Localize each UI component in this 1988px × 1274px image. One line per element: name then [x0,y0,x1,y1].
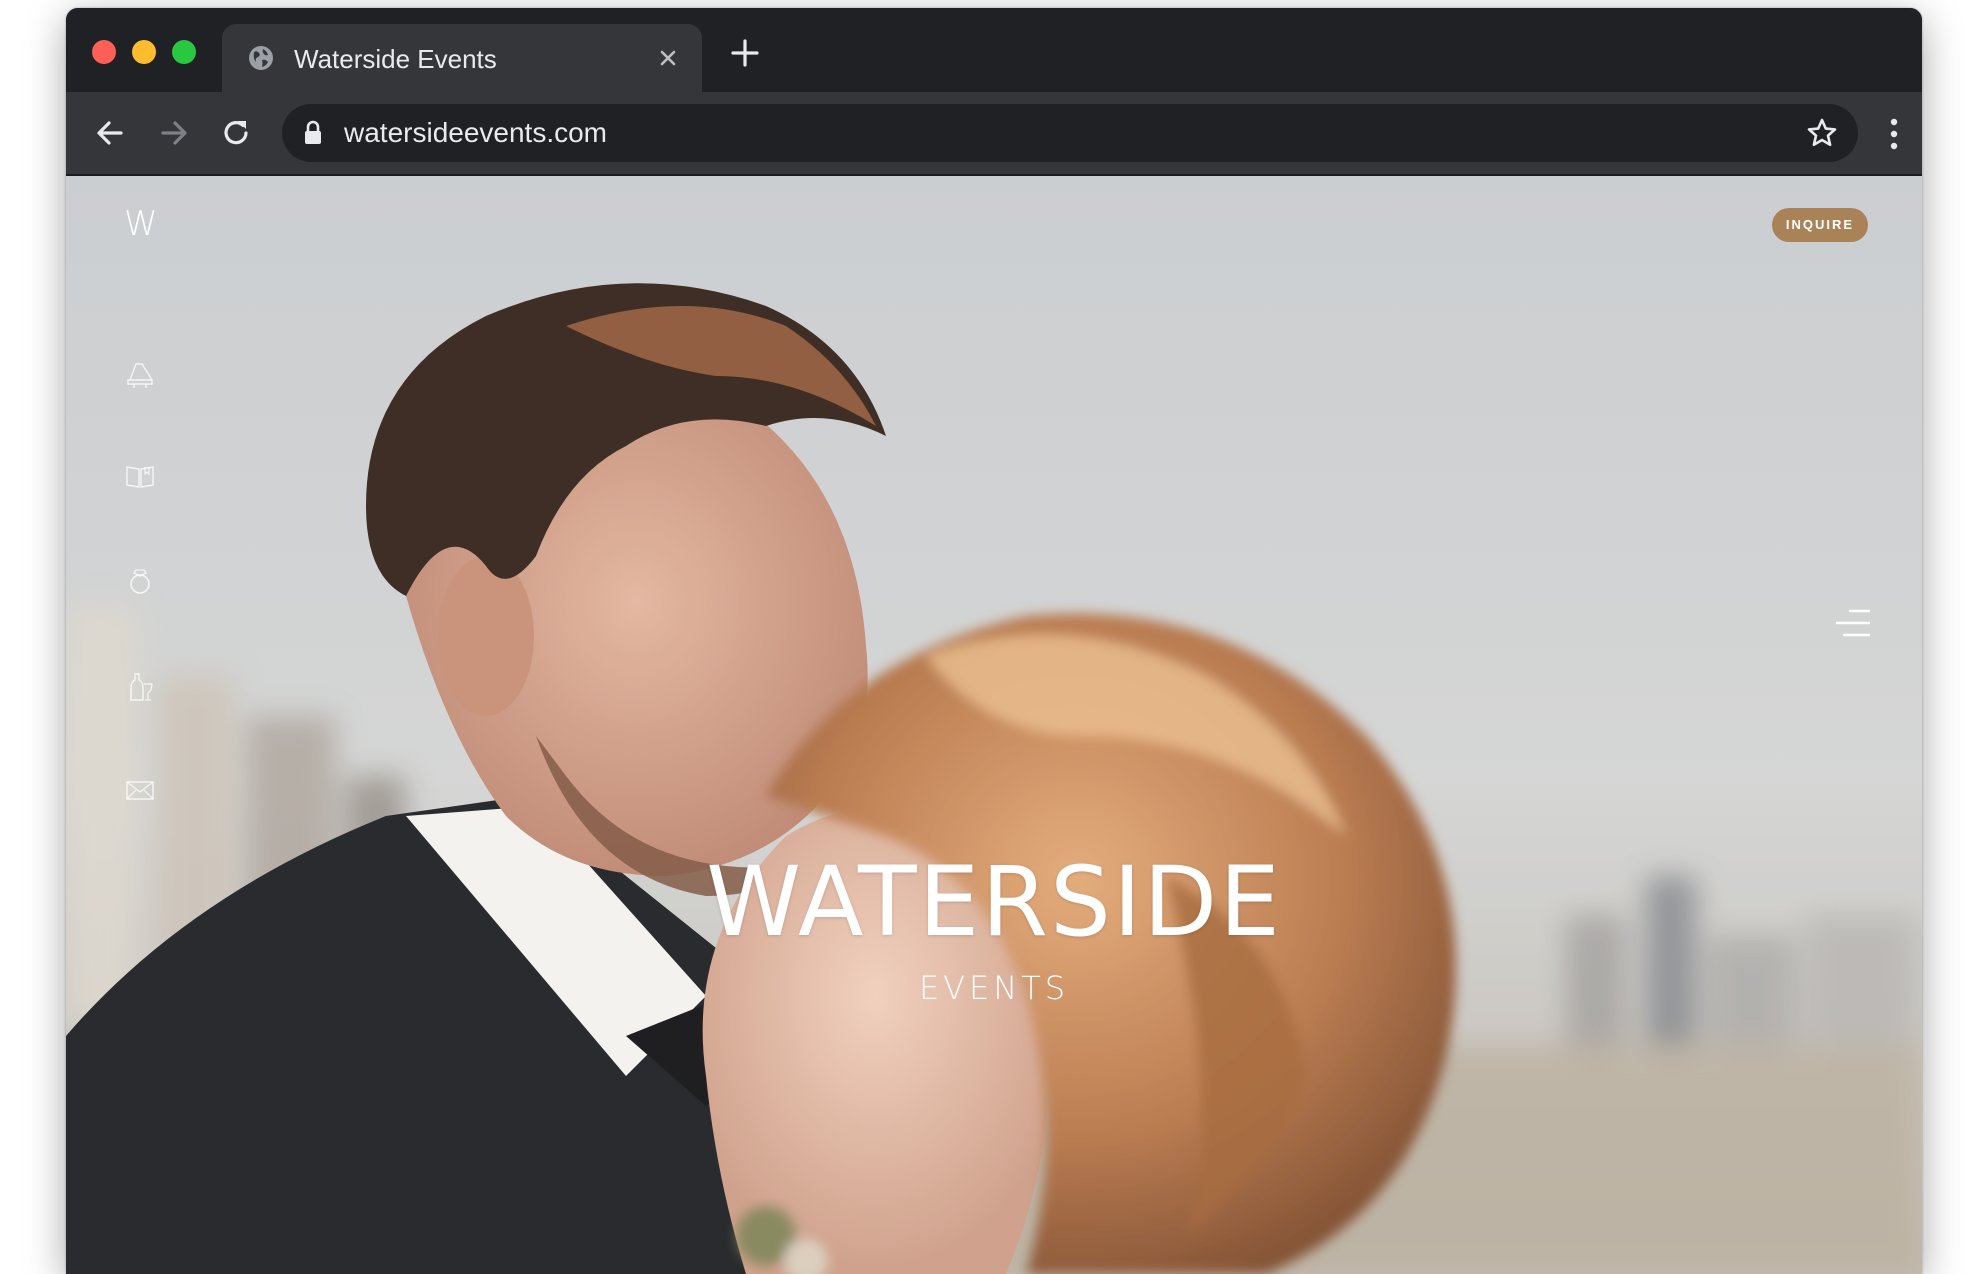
brand-subtitle: EVENTS [918,969,1070,1007]
browser-tab[interactable]: Waterside Events [222,24,702,92]
site-logo[interactable]: W [124,204,158,244]
page-viewport: W INQUIRE WATERSIDE EVENTS [66,176,1922,1274]
hamburger-menu-icon[interactable] [1836,608,1870,638]
lock-icon [305,120,321,144]
close-tab-icon[interactable] [656,46,680,70]
address-bar[interactable]: watersideevents.com [282,104,1858,162]
close-window-button[interactable] [92,40,116,64]
inquire-button[interactable]: INQUIRE [1771,208,1868,242]
envelope-icon[interactable] [124,774,156,806]
book-icon[interactable] [124,460,156,492]
reload-icon[interactable] [216,113,256,153]
tab-strip: Waterside Events [66,8,1922,92]
browser-toolbar: watersideevents.com [66,92,1922,176]
piano-icon[interactable] [124,358,156,390]
browser-window: Waterside Events watersideevents.com W I… [66,8,1922,1274]
minimize-window-button[interactable] [132,40,156,64]
ring-icon[interactable] [124,564,156,596]
champagne-icon[interactable] [124,670,156,702]
back-arrow-icon[interactable] [90,113,130,153]
new-tab-icon[interactable] [730,38,760,68]
maximize-window-button[interactable] [172,40,196,64]
hero-photo [66,176,1922,1274]
tab-title: Waterside Events [294,44,497,74]
globe-icon [249,46,273,70]
url-text: watersideevents.com [344,117,608,148]
bookmark-star-icon[interactable] [1806,117,1838,149]
forward-arrow-icon[interactable] [154,113,194,153]
brand-title: WATERSIDE [706,846,1282,958]
more-vert-icon[interactable] [1888,117,1900,151]
